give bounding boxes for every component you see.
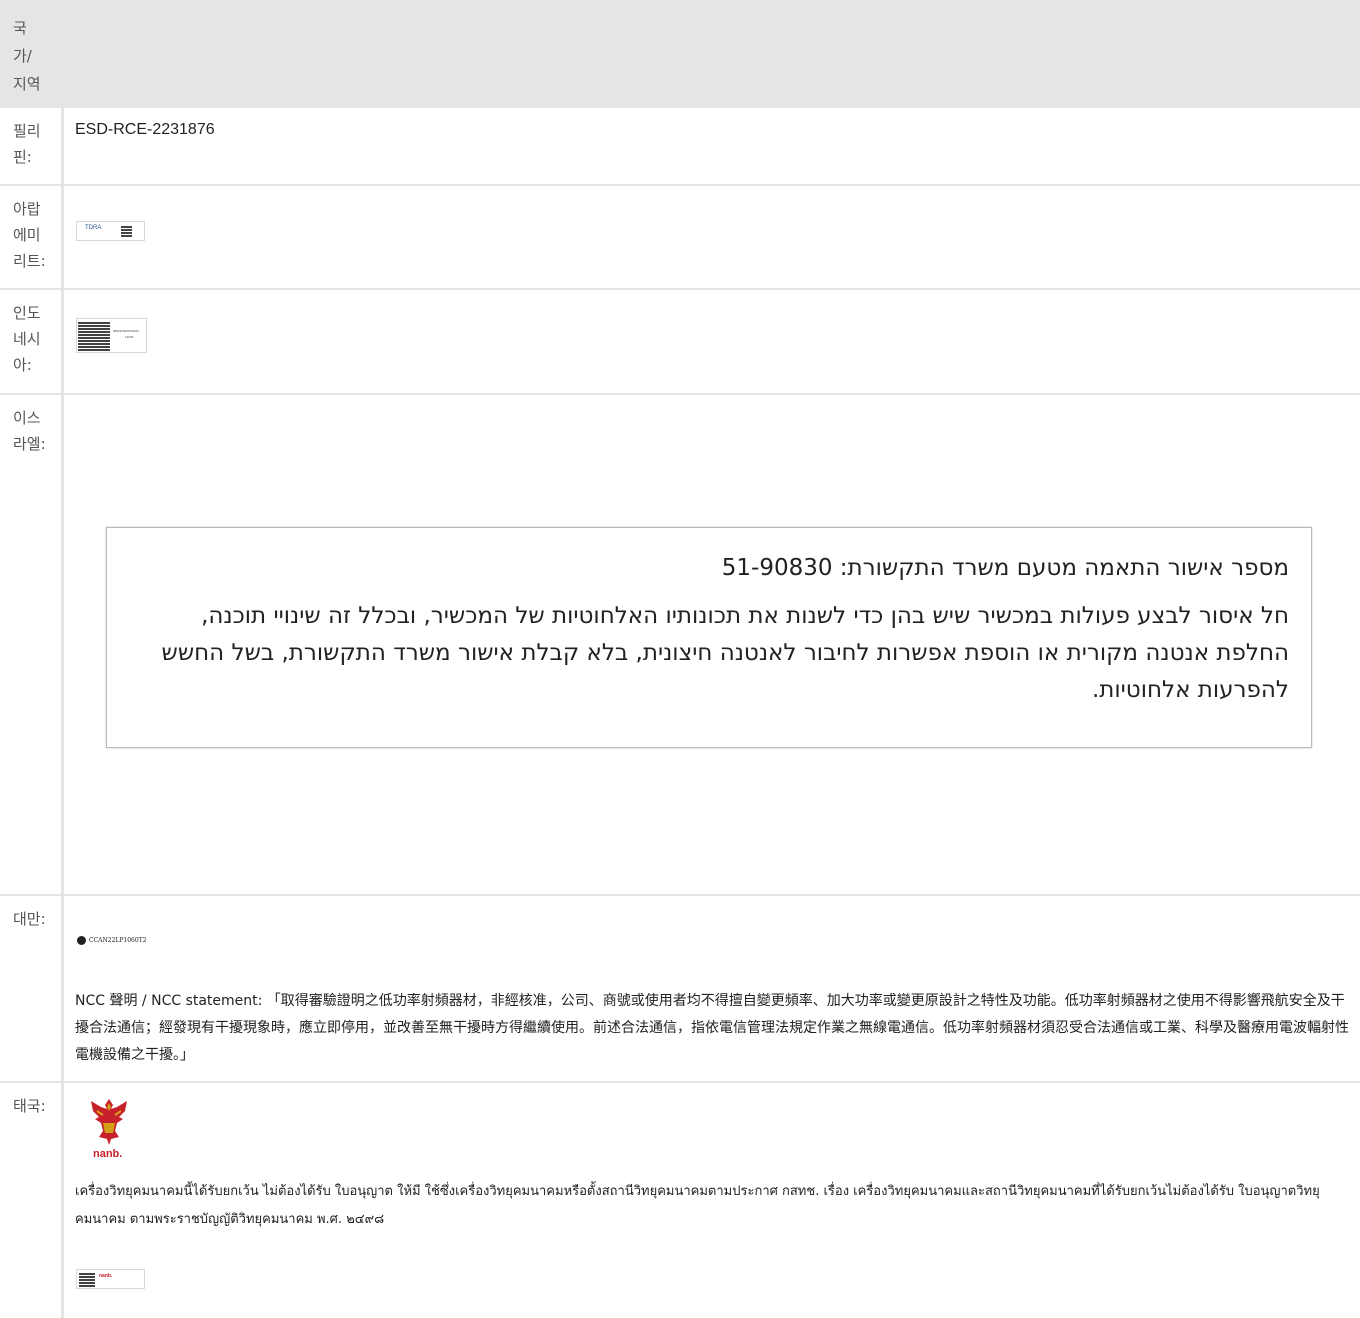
country-column-header: 국 가/ 지역: [13, 19, 41, 93]
tdra-label-image: TDRA: [76, 221, 145, 241]
nbtc-label-image: nanb.: [76, 1269, 145, 1289]
sdppi-cert-line: 98623/SDPPI/2023: [113, 329, 139, 333]
garuda-emblem-icon: [91, 1099, 127, 1145]
israel-modification-warning: חל איסור לבצע פעולות במכשיר שיש בהן כדי …: [161, 603, 1289, 703]
table-row-philippines: 필리 핀: ESD-RCE-2231876: [0, 108, 1360, 186]
sdppi-label-image: 98623/SDPPI/2023 12009: [76, 318, 147, 353]
ncc-logo-icon: [77, 936, 86, 945]
ncc-statement: NCC 聲明 / NCC statement: 「取得審驗證明之低功率射頻器材，…: [75, 993, 1349, 1063]
israel-approval-number: מספר אישור התאמה מטעם משרד התקשורת: 51-9…: [721, 555, 1289, 581]
thai-exemption-statement: เครื่องวิทยุคมนาคมนี้ได้รับยกเว้น ไม่ต้อ…: [75, 1184, 1320, 1227]
qr-code-icon: [79, 1272, 95, 1287]
country-label: 대만:: [0, 896, 64, 1081]
ncc-certificate-id: CCAN22LP1060T2: [89, 937, 147, 944]
qr-code-icon: [121, 226, 132, 237]
certificate-cell: 98623/SDPPI/2023 12009: [64, 290, 1360, 393]
country-label: 필리 핀:: [0, 108, 64, 184]
country-label: 인도 네시 아:: [0, 290, 64, 393]
table-header-row: 국 가/ 지역: [0, 0, 1360, 108]
table-row-indonesia: 인도 네시 아: 98623/SDPPI/2023 12009: [0, 290, 1360, 395]
certificate-cell: ESD-RCE-2231876: [64, 108, 1360, 184]
sdppi-cert-code: 12009: [125, 335, 134, 339]
certificate-cell: TDRA: [64, 186, 1360, 288]
nbtc-logo-label: nanb.: [93, 1148, 123, 1160]
nbtc-mark-text: nanb.: [99, 1273, 113, 1279]
israel-approval-notice: מספר אישור התאמה מטעם משרד התקשורת: 51-9…: [106, 527, 1312, 748]
qr-code-icon: [78, 321, 110, 351]
country-label: 태국:: [0, 1083, 64, 1318]
country-label: 아랍 에미 리트:: [0, 186, 64, 288]
tdra-logo-text: TDRA: [85, 225, 102, 231]
country-label: 이스 라엘:: [0, 395, 64, 894]
table-row-uae: 아랍 에미 리트: TDRA: [0, 186, 1360, 290]
certificate-number: ESD-RCE-2231876: [75, 121, 215, 138]
